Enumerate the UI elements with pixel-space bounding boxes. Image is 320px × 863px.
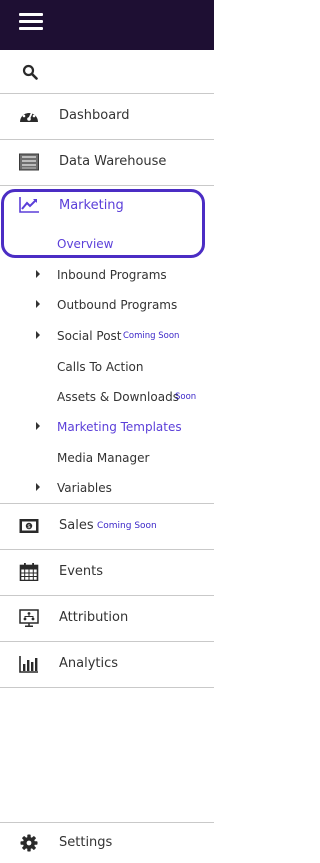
server-rack-icon xyxy=(19,153,39,171)
submenu-item-marketing-templates[interactable]: Marketing Templates xyxy=(0,413,214,441)
sidebar-item-label: Settings xyxy=(59,835,113,850)
bar-chart-icon xyxy=(19,656,38,673)
hamburger-icon[interactable] xyxy=(19,12,43,32)
submenu-item-label: Outbound Programs xyxy=(57,298,178,312)
sidebar-item-events[interactable]: Events xyxy=(0,550,214,596)
sidebar-item-sales[interactable]: $ Sales Coming Soon xyxy=(0,504,214,550)
submenu-item-label: Marketing Templates xyxy=(57,420,182,434)
sidebar-item-label: Events xyxy=(59,564,104,579)
marketing-overview-link[interactable]: Overview xyxy=(57,236,114,252)
coming-soon-badge: Coming Soon xyxy=(123,331,180,341)
submenu-item-inbound-programs[interactable]: Inbound Programs xyxy=(0,261,214,289)
submenu-item-variables[interactable]: Variables xyxy=(0,474,214,502)
caret-right-icon xyxy=(36,270,40,278)
submenu-item-social-post[interactable]: Social Post Coming Soon xyxy=(0,322,214,350)
svg-text:$: $ xyxy=(27,524,31,530)
gear-icon xyxy=(20,834,38,852)
money-bill-icon: $ xyxy=(19,519,39,533)
submenu-item-label: Calls To Action xyxy=(57,360,144,374)
sidebar-item-label: Marketing xyxy=(59,198,124,213)
sidebar-item-label: Attribution xyxy=(59,610,129,625)
sidebar-item-label: Dashboard xyxy=(59,108,130,123)
sidebar-item-label: Sales xyxy=(59,518,94,533)
sidebar-item-data-warehouse[interactable]: Data Warehouse xyxy=(0,140,214,186)
submenu-item-label: Media Manager xyxy=(57,451,150,465)
attribution-icon xyxy=(19,609,39,627)
dashboard-gauge-icon xyxy=(20,110,38,122)
submenu-item-calls-to-action[interactable]: Calls To Action xyxy=(0,353,214,381)
soon-badge: Soon xyxy=(175,392,197,402)
caret-right-icon xyxy=(36,300,40,308)
caret-right-icon xyxy=(36,422,40,430)
sidebar-item-attribution[interactable]: Attribution xyxy=(0,596,214,642)
submenu-item-assets-downloads[interactable]: Assets & Downloads Soon xyxy=(0,383,214,411)
caret-right-icon xyxy=(36,331,40,339)
search-icon[interactable] xyxy=(22,64,38,80)
submenu-item-media-manager[interactable]: Media Manager xyxy=(0,444,214,472)
sidebar-item-label: Analytics xyxy=(59,656,119,671)
coming-soon-badge: Coming Soon xyxy=(97,521,157,531)
sidebar-item-settings[interactable]: Settings xyxy=(0,822,214,861)
submenu-item-outbound-programs[interactable]: Outbound Programs xyxy=(0,291,214,319)
search-row[interactable] xyxy=(0,50,214,94)
sidebar-item-marketing[interactable]: Marketing xyxy=(0,186,214,226)
caret-right-icon xyxy=(36,483,40,491)
sidebar-item-dashboard[interactable]: Dashboard xyxy=(0,94,214,140)
submenu-item-label: Variables xyxy=(57,481,112,495)
submenu-item-label: Inbound Programs xyxy=(57,268,167,282)
sidebar-item-analytics[interactable]: Analytics xyxy=(0,642,214,688)
top-bar xyxy=(0,0,214,50)
sidebar-item-label: Data Warehouse xyxy=(59,154,167,169)
submenu-item-label: Social Post xyxy=(57,329,122,343)
calendar-icon xyxy=(19,563,39,581)
line-chart-icon xyxy=(19,197,39,213)
submenu-item-label: Assets & Downloads xyxy=(57,390,179,404)
